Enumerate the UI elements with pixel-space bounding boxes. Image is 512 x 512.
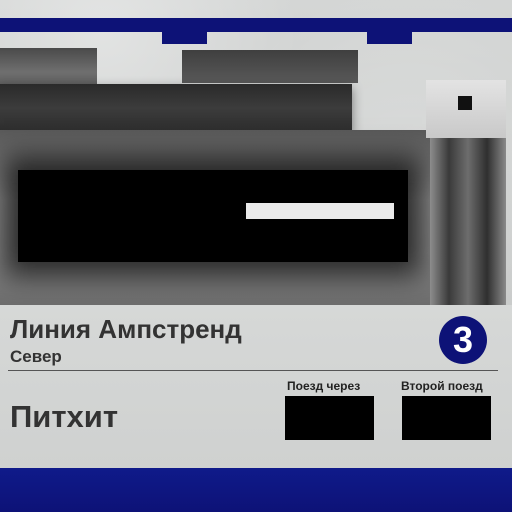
top-blue-stripe <box>0 18 512 32</box>
bolt-icon <box>458 96 472 110</box>
line-name: Линия Ампстренд <box>10 314 242 344</box>
next-train-label: Поезд через <box>287 379 361 393</box>
top-stripe-tab-right <box>367 32 412 44</box>
metal-band <box>0 84 352 132</box>
side-column <box>430 138 506 305</box>
divider <box>8 370 498 371</box>
window-light-bar <box>246 203 394 219</box>
second-train-label: Второй поезд <box>401 379 483 393</box>
metal-panel-middle <box>182 50 358 83</box>
bottom-blue-stripe <box>0 468 512 512</box>
station-name: Питхит <box>10 399 119 434</box>
line-number-badge: 3 <box>439 316 487 364</box>
second-train-display <box>402 396 491 440</box>
next-train-display <box>285 396 374 440</box>
top-stripe-tab-left <box>162 32 207 44</box>
direction-label: Север <box>10 347 62 366</box>
line-number: 3 <box>452 319 474 360</box>
metal-panel-left <box>0 48 97 88</box>
